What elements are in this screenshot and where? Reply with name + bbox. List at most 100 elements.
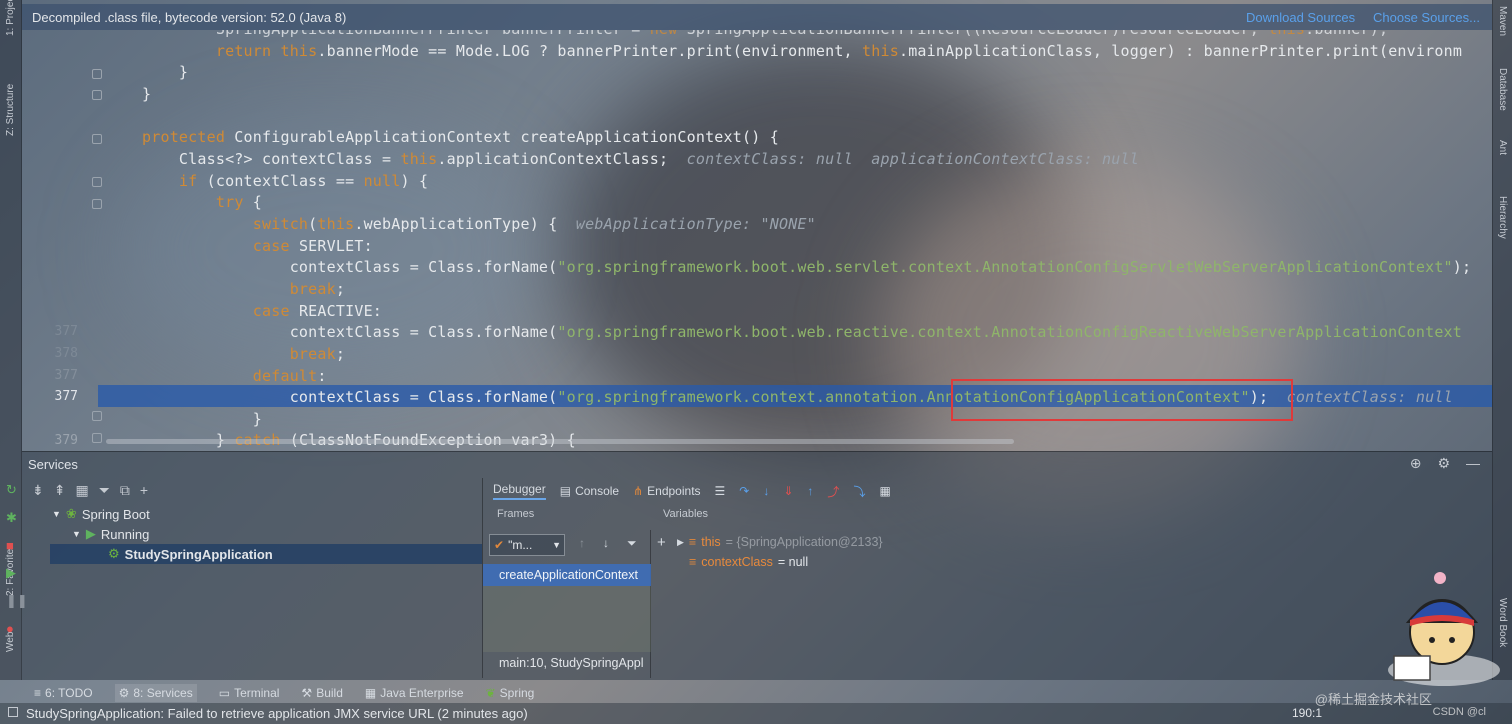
tab-endpoints[interactable]: ⋔ Endpoints (633, 484, 700, 498)
open-in-tab-icon[interactable]: ⧉ (120, 482, 130, 499)
fold-marker-icon[interactable] (92, 411, 102, 421)
spring-boot-icon: ❀ (65, 506, 77, 521)
services-toolbar: ⇟ ⇞ ▦ ⏷ ⧉ + (22, 478, 482, 502)
fold-marker-icon[interactable] (92, 433, 102, 443)
fold-marker-icon[interactable] (92, 69, 102, 79)
database-tool-tab[interactable]: Database (1497, 68, 1508, 111)
maven-tool-tab[interactable]: Maven (1497, 6, 1508, 36)
running-icon: ▶ (85, 526, 96, 541)
expand-all-icon[interactable]: ⇟ (32, 482, 44, 499)
hierarchy-tool-tab[interactable]: Hierarchy (1497, 196, 1508, 239)
tree-node-spring-boot[interactable]: ▼ ❀ Spring Boot (52, 504, 150, 524)
frame-up-icon[interactable]: ↑ (579, 536, 585, 550)
banner-text: Decompiled .class file, bytecode version… (32, 9, 347, 25)
todo-tool-button[interactable]: ≡ 6: TODO (34, 686, 93, 700)
add-watch-icon[interactable]: + (657, 534, 666, 551)
step-into-icon[interactable]: ↓ (763, 484, 769, 498)
watermark-csdn: CSDN @cl (1432, 706, 1486, 718)
stop-icon[interactable]: ■ (6, 538, 20, 553)
mascot-eye (1449, 637, 1455, 643)
frame-down-icon[interactable]: ↓ (603, 536, 609, 550)
build-tool-button[interactable]: ⚒ Build (301, 686, 342, 700)
variables-list: + ▶ ≡ this = {SpringApplication@2133} ≡ … (651, 530, 1493, 678)
frame-row[interactable] (483, 608, 651, 630)
chevron-down-icon: ▼ (552, 540, 561, 550)
rerun-icon[interactable]: ↻ (6, 482, 20, 498)
fold-marker-icon[interactable] (92, 134, 102, 144)
gear-icon[interactable]: ⚙ (1437, 455, 1450, 472)
fold-marker-icon[interactable] (92, 90, 102, 100)
thread-selector-value: "m... (508, 538, 533, 552)
fold-marker-icon[interactable] (92, 177, 102, 187)
terminal-icon: ▭ (218, 686, 231, 700)
mascot-eye (1429, 637, 1435, 643)
frame-row[interactable] (483, 586, 651, 608)
frame-row[interactable]: createApplicationContext (483, 564, 651, 586)
show-execution-point-icon[interactable]: ☰ (715, 484, 726, 498)
step-out-icon[interactable]: ↑ (807, 484, 813, 498)
evaluate-expression-icon[interactable]: ▦ (879, 484, 890, 498)
code-line: } (142, 85, 152, 103)
code-line: switch(this.webApplicationType) { webApp… (252, 215, 816, 233)
resume-icon[interactable]: ▶ (6, 565, 20, 581)
java-enterprise-tool-button[interactable]: ▦ Java Enterprise (365, 686, 464, 700)
status-bar: StudySpringApplication: Failed to retrie… (0, 692, 1512, 724)
target-icon[interactable]: ⊕ (1410, 455, 1422, 472)
terminal-tool-button[interactable]: ▭ Terminal (219, 686, 280, 700)
caret-position[interactable]: 190:1 (1292, 706, 1322, 720)
tree-node-study-spring-application[interactable]: ⚙ StudySpringApplication (108, 544, 273, 564)
add-service-icon[interactable]: + (140, 482, 148, 498)
tree-node-running[interactable]: ▼ ▶ Running (72, 524, 149, 544)
ant-tool-tab[interactable]: Ant (1497, 140, 1508, 155)
horizontal-scrollbar[interactable] (106, 439, 1014, 444)
services-icon: ⚙ (118, 686, 130, 700)
spring-tool-button[interactable]: ❦ Spring (486, 686, 535, 700)
chevron-down-icon[interactable]: ▼ (52, 509, 61, 519)
pause-icon[interactable]: ❚❚ (6, 593, 28, 609)
debugger-panel: Debugger ▤ Console ⋔ Endpoints ☰ ↷ ↓ ⇓ ↑ ⤴… (482, 478, 1492, 678)
variable-row[interactable]: ≡ contextClass = null (689, 552, 808, 572)
debugger-tabs: Debugger ▤ Console ⋔ Endpoints ☰ ↷ ↓ ⇓ ↑ ⤴… (483, 478, 1493, 504)
variable-row[interactable]: ▶ ≡ this = {SpringApplication@2133} (677, 532, 883, 552)
field-icon: ≡ (689, 555, 697, 569)
spring-leaf-icon: ❦ (485, 686, 496, 700)
collapse-all-icon[interactable]: ⇞ (54, 482, 66, 499)
tab-debugger[interactable]: Debugger (493, 482, 546, 500)
tree-node-label: Running (100, 526, 150, 542)
minimize-icon[interactable]: — (1466, 455, 1480, 472)
group-by-icon[interactable]: ▦ (75, 482, 88, 499)
thread-selector[interactable]: ✔ "m... ▼ (489, 534, 565, 556)
tool-window-bar: ≡ 6: TODO ⚙ 8: Services ▭ Terminal ⚒ Build ▦… (22, 683, 1512, 703)
chevron-right-icon[interactable]: ▶ (677, 537, 684, 548)
mascot-box (1393, 655, 1431, 681)
status-toggle-icon[interactable] (8, 707, 18, 717)
services-tree: ▼ ❀ Spring Boot ▼ ▶ Running ⚙ StudySprin… (22, 504, 482, 674)
mascot-sticker (1388, 572, 1500, 686)
annotation-highlight-box (951, 379, 1293, 421)
project-tool-tab[interactable]: 1: Project (5, 0, 16, 36)
frame-row[interactable]: main:10, StudySpringAppl (483, 652, 651, 674)
status-message[interactable]: StudySpringApplication: Failed to retrie… (26, 706, 528, 721)
run-to-cursor-icon[interactable]: ⤵ (853, 483, 865, 500)
step-over-icon[interactable]: ↷ (739, 484, 749, 498)
code-editor[interactable]: 377 378 377 377 379 SpringApplicationBan… (22, 30, 1492, 450)
code-line: protected ConfigurableApplicationContext… (142, 128, 779, 146)
inline-debug-hint: contextClass: null (1286, 388, 1453, 406)
fold-marker-icon[interactable] (92, 199, 102, 209)
mute-breakpoints-icon[interactable]: ● (6, 621, 20, 636)
services-tool-button[interactable]: ⚙ 8: Services (114, 684, 197, 702)
services-side-actions: ↻ ✱ ■ ▶ ❚❚ ● (6, 482, 28, 636)
structure-tool-tab[interactable]: Z: Structure (5, 84, 16, 136)
tab-console[interactable]: ▤ Console (560, 484, 619, 498)
variable-name: this (701, 535, 721, 549)
frame-row[interactable] (483, 630, 651, 652)
choose-sources-link[interactable]: Choose Sources... (1373, 10, 1480, 25)
debug-icon[interactable]: ✱ (6, 510, 20, 526)
services-header: Services ⊕ ⚙ — (22, 452, 1492, 476)
filter-icon[interactable]: ⏷ (627, 536, 637, 551)
chevron-down-icon[interactable]: ▼ (72, 529, 81, 539)
download-sources-link[interactable]: Download Sources (1246, 10, 1355, 25)
drop-frame-icon[interactable]: ⤴ (827, 483, 839, 500)
filter-icon[interactable]: ⏷ (99, 482, 110, 499)
force-step-into-icon[interactable]: ⇓ (783, 484, 793, 498)
